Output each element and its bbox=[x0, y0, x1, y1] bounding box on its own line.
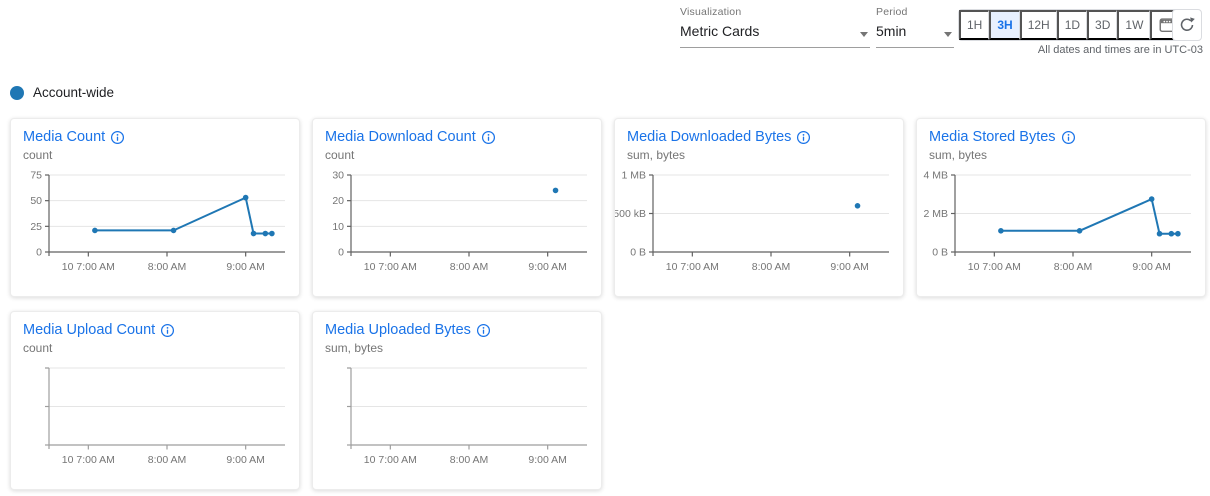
svg-text:1 MB: 1 MB bbox=[621, 170, 646, 182]
chart-canvas: 10 7:00 AM 8:00 AM 9:00 AM bbox=[11, 359, 291, 477]
chart-canvas: 0 B 500 kB 1 MB 10 7:00 AM 8:00 AM 9:00 AM bbox=[615, 166, 895, 284]
card-title: Media Stored Bytes bbox=[929, 129, 1056, 145]
timezone-note: All dates and times are in UTC-03 bbox=[1038, 44, 1203, 56]
svg-text:10 7:00 AM: 10 7:00 AM bbox=[364, 261, 417, 273]
range-button-12h[interactable]: 12H bbox=[1020, 10, 1057, 40]
metric-card-media-downloaded-bytes: Media Downloaded Bytes sum, bytes 0 B 500… bbox=[614, 118, 904, 297]
chevron-down-icon bbox=[860, 32, 868, 37]
svg-text:75: 75 bbox=[30, 170, 42, 182]
svg-text:9:00 AM: 9:00 AM bbox=[528, 454, 567, 466]
range-button-3h[interactable]: 3H bbox=[989, 10, 1019, 40]
card-title: Media Downloaded Bytes bbox=[627, 129, 791, 145]
card-title: Media Download Count bbox=[325, 129, 476, 145]
refresh-icon bbox=[1178, 16, 1196, 34]
svg-text:10 7:00 AM: 10 7:00 AM bbox=[968, 261, 1021, 273]
svg-text:9:00 AM: 9:00 AM bbox=[226, 261, 265, 273]
range-button-1h[interactable]: 1H bbox=[959, 10, 989, 40]
svg-text:9:00 AM: 9:00 AM bbox=[1132, 261, 1171, 273]
metric-card-media-stored-bytes: Media Stored Bytes sum, bytes 0 B 2 MB 4 M… bbox=[916, 118, 1206, 297]
card-subtitle: count bbox=[325, 148, 589, 162]
card-subtitle: count bbox=[23, 341, 287, 355]
info-icon[interactable] bbox=[1061, 130, 1076, 145]
range-button-1w[interactable]: 1W bbox=[1117, 10, 1150, 40]
svg-text:8:00 AM: 8:00 AM bbox=[450, 261, 489, 273]
svg-text:25: 25 bbox=[30, 221, 42, 233]
metric-card-media-download-count: Media Download Count count 0 10 20 30 10 7:0… bbox=[312, 118, 602, 297]
metric-card-media-uploaded-bytes: Media Uploaded Bytes sum, bytes 10 7:00 … bbox=[312, 311, 602, 490]
card-title: Media Uploaded Bytes bbox=[325, 322, 471, 338]
svg-text:9:00 AM: 9:00 AM bbox=[226, 454, 265, 466]
svg-text:20: 20 bbox=[332, 195, 344, 207]
svg-text:50: 50 bbox=[30, 195, 42, 207]
svg-text:10: 10 bbox=[332, 221, 344, 233]
svg-text:8:00 AM: 8:00 AM bbox=[148, 261, 187, 273]
series-color-dot bbox=[10, 86, 24, 100]
svg-text:10 7:00 AM: 10 7:00 AM bbox=[666, 261, 719, 273]
visualization-value[interactable]: Metric Cards bbox=[680, 23, 759, 39]
card-title: Media Count bbox=[23, 129, 105, 145]
chart-canvas: 0 B 2 MB 4 MB 10 7:00 AM 8:00 AM 9:00 AM bbox=[917, 166, 1197, 284]
metric-cards-grid: Media Count count 0 25 50 75 10 7:00 AM 8:00 … bbox=[10, 118, 1206, 490]
info-icon[interactable] bbox=[796, 130, 811, 145]
visualization-select[interactable]: Visualization Metric Cards bbox=[680, 6, 870, 48]
svg-text:8:00 AM: 8:00 AM bbox=[752, 261, 791, 273]
card-subtitle: sum, bytes bbox=[325, 341, 589, 355]
legend-label: Account-wide bbox=[33, 85, 114, 100]
svg-text:10 7:00 AM: 10 7:00 AM bbox=[62, 454, 115, 466]
svg-text:10 7:00 AM: 10 7:00 AM bbox=[62, 261, 115, 273]
svg-text:9:00 AM: 9:00 AM bbox=[528, 261, 567, 273]
card-subtitle: sum, bytes bbox=[929, 148, 1193, 162]
visualization-label: Visualization bbox=[680, 6, 870, 18]
svg-text:2 MB: 2 MB bbox=[923, 208, 948, 220]
svg-text:500 kB: 500 kB bbox=[615, 208, 646, 220]
svg-text:8:00 AM: 8:00 AM bbox=[1054, 261, 1093, 273]
chart-canvas: 0 25 50 75 10 7:00 AM 8:00 AM 9:00 AM bbox=[11, 166, 291, 284]
svg-text:9:00 AM: 9:00 AM bbox=[830, 261, 869, 273]
range-button-3d[interactable]: 3D bbox=[1087, 10, 1117, 40]
metric-card-media-count: Media Count count 0 25 50 75 10 7:00 AM 8:00 … bbox=[10, 118, 300, 297]
refresh-button[interactable] bbox=[1172, 9, 1202, 41]
chevron-down-icon bbox=[944, 32, 952, 37]
svg-text:4 MB: 4 MB bbox=[923, 170, 948, 182]
info-icon[interactable] bbox=[110, 130, 125, 145]
svg-text:8:00 AM: 8:00 AM bbox=[148, 454, 187, 466]
card-title: Media Upload Count bbox=[23, 322, 155, 338]
range-button-1d[interactable]: 1D bbox=[1057, 10, 1087, 40]
period-value[interactable]: 5min bbox=[876, 23, 906, 39]
chart-canvas: 0 10 20 30 10 7:00 AM 8:00 AM 9:00 AM bbox=[313, 166, 593, 284]
info-icon[interactable] bbox=[160, 323, 175, 338]
info-icon[interactable] bbox=[476, 323, 491, 338]
svg-text:10 7:00 AM: 10 7:00 AM bbox=[364, 454, 417, 466]
card-subtitle: count bbox=[23, 148, 287, 162]
svg-text:0: 0 bbox=[338, 247, 344, 259]
metric-card-media-upload-count: Media Upload Count count 10 7:00 AM 8:00 … bbox=[10, 311, 300, 490]
info-icon[interactable] bbox=[481, 130, 496, 145]
svg-text:0 B: 0 B bbox=[630, 247, 646, 259]
chart-canvas: 10 7:00 AM 8:00 AM 9:00 AM bbox=[313, 359, 593, 477]
svg-text:0 B: 0 B bbox=[932, 247, 948, 259]
svg-text:30: 30 bbox=[332, 170, 344, 182]
card-subtitle: sum, bytes bbox=[627, 148, 891, 162]
period-label: Period bbox=[876, 6, 954, 18]
period-select[interactable]: Period 5min bbox=[876, 6, 954, 48]
legend-item-account-wide: Account-wide bbox=[10, 85, 114, 100]
svg-text:0: 0 bbox=[36, 247, 42, 259]
svg-text:8:00 AM: 8:00 AM bbox=[450, 454, 489, 466]
time-range-button-group: 1H 3H 12H 1D 3D 1W bbox=[958, 9, 1183, 41]
